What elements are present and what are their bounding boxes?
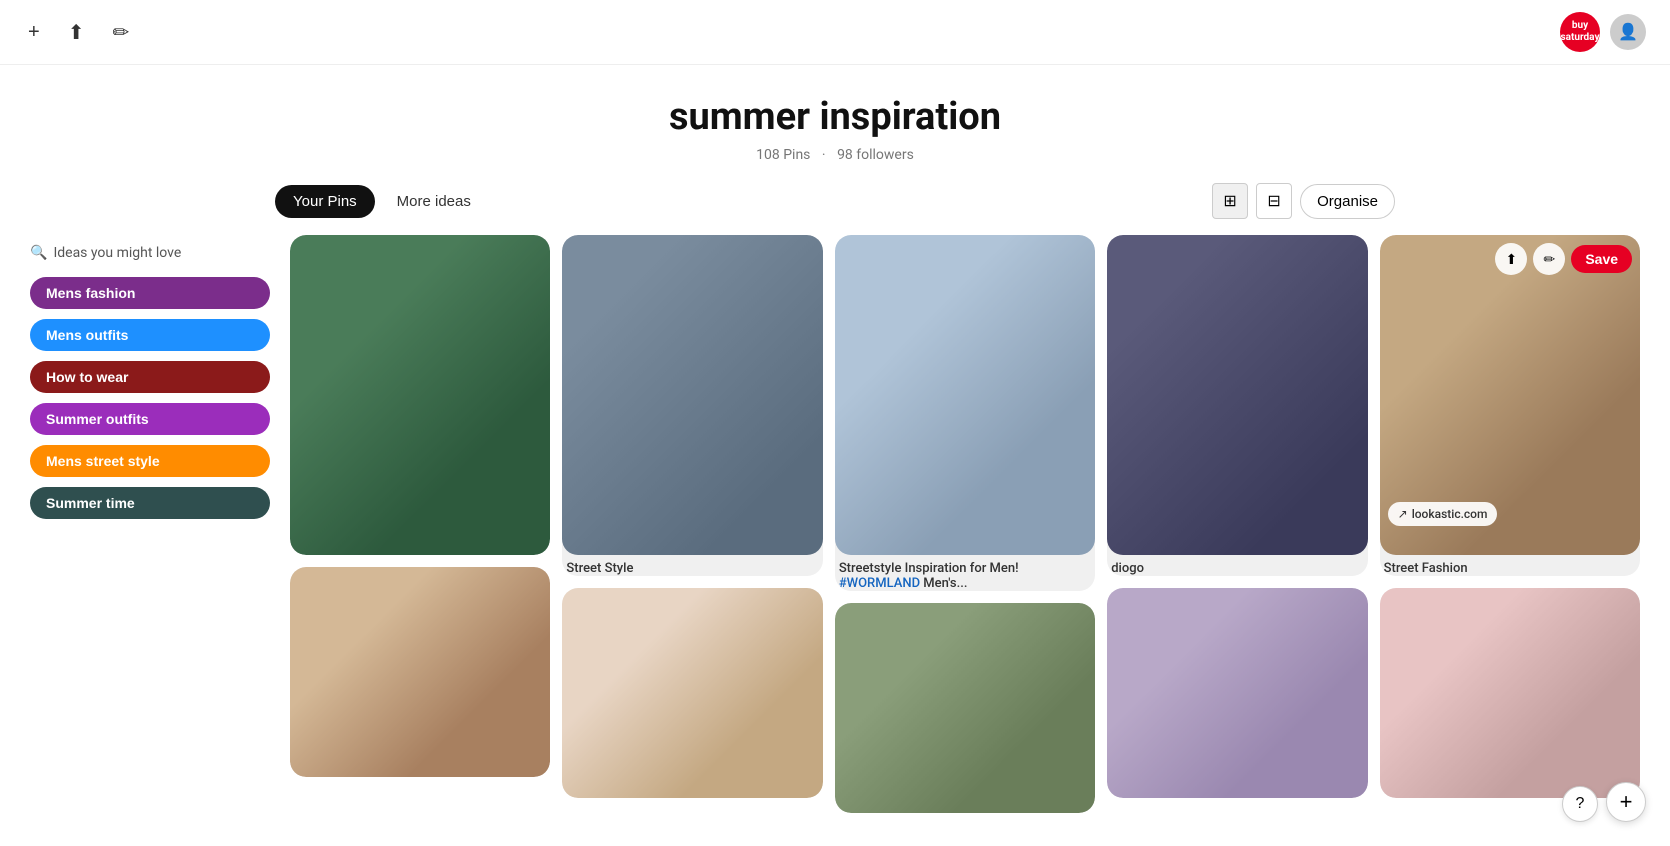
main-layout: 🔍 Ideas you might love Mens fashion Mens… — [10, 235, 1660, 813]
chip-mens-outfits[interactable]: Mens outfits — [30, 319, 270, 351]
pin-label: Street Style — [562, 555, 822, 576]
pin-card[interactable] — [835, 603, 1095, 813]
pins-count: 108 Pins — [756, 147, 810, 163]
pin-card[interactable] — [290, 235, 550, 555]
separator: · — [822, 147, 826, 163]
pin-overlay-top: ⬆ ✏ Save — [1495, 243, 1632, 275]
chip-mens-fashion[interactable]: Mens fashion — [30, 277, 270, 309]
view-large-grid[interactable]: ⊞ — [1212, 183, 1248, 219]
chip-mens-street-style[interactable]: Mens street style — [30, 445, 270, 477]
pin-card[interactable]: Streetstyle Inspiration for Men! #WORMLA… — [835, 235, 1095, 591]
pin-label: diogo — [1107, 555, 1367, 576]
tabs-right: ⊞ ⊟ Organise — [1212, 183, 1395, 219]
pin-card[interactable] — [1107, 588, 1367, 798]
chip-how-to-wear[interactable]: How to wear — [30, 361, 270, 393]
add-button[interactable]: + — [24, 17, 44, 48]
tab-your-pins[interactable]: Your Pins — [275, 185, 375, 218]
organise-button[interactable]: Organise — [1300, 184, 1395, 219]
toolbar-left: + ⬆ ✏ — [24, 16, 133, 49]
chip-summer-outfits[interactable]: Summer outfits — [30, 403, 270, 435]
pins-columns: Street Style Streetstyle Inspiration for… — [290, 235, 1640, 813]
tabs-bar: Your Pins More ideas ⊞ ⊟ Organise — [235, 183, 1435, 235]
pin-card[interactable]: Street Style — [562, 235, 822, 576]
pin-column-5: ⬆ ✏ Save ↗ lookastic.com Street Fashion — [1380, 235, 1640, 798]
pin-column-4: diogo — [1107, 235, 1367, 798]
pin-label: Street Fashion — [1380, 555, 1640, 576]
toolbar-right: buy saturday 👤 — [1560, 12, 1646, 52]
pin-label: Streetstyle Inspiration for Men! #WORMLA… — [835, 555, 1095, 591]
share-button[interactable]: ⬆ — [64, 16, 89, 49]
pin-card[interactable] — [1380, 588, 1640, 798]
link-text: lookastic.com — [1412, 507, 1488, 521]
pins-area: Street Style Streetstyle Inspiration for… — [290, 235, 1640, 813]
view-small-grid[interactable]: ⊟ — [1256, 183, 1292, 219]
pin-card[interactable] — [562, 588, 822, 798]
tab-more-ideas[interactable]: More ideas — [379, 185, 489, 218]
tabs-left: Your Pins More ideas — [275, 185, 489, 218]
top-toolbar: + ⬆ ✏ buy saturday 👤 — [0, 0, 1670, 65]
profile-button[interactable]: 👤 — [1610, 14, 1646, 50]
sidebar-title: Ideas you might love — [53, 245, 181, 261]
link-badge[interactable]: ↗ lookastic.com — [1388, 502, 1498, 526]
logo: buy saturday — [1560, 12, 1600, 52]
edit-button[interactable]: ✏ — [108, 16, 133, 49]
pin-edit-button[interactable]: ✏ — [1533, 243, 1565, 275]
pin-column-3: Streetstyle Inspiration for Men! #WORMLA… — [835, 235, 1095, 813]
pin-card[interactable]: diogo — [1107, 235, 1367, 576]
fab-add-button[interactable]: + — [1606, 782, 1646, 822]
page-title: summer inspiration — [0, 95, 1670, 139]
pin-column-2: Street Style — [562, 235, 822, 798]
sidebar-search-label: 🔍 Ideas you might love — [30, 245, 270, 261]
search-icon: 🔍 — [30, 245, 47, 261]
page-meta: 108 Pins · 98 followers — [0, 147, 1670, 163]
pin-card-featured[interactable]: ⬆ ✏ Save ↗ lookastic.com Street Fashion — [1380, 235, 1640, 576]
pin-card[interactable] — [290, 567, 550, 777]
followers-count: 98 followers — [837, 147, 914, 163]
page-header: summer inspiration 108 Pins · 98 followe… — [0, 65, 1670, 183]
chip-summer-time[interactable]: Summer time — [30, 487, 270, 519]
pin-upload-button[interactable]: ⬆ — [1495, 243, 1527, 275]
sidebar: 🔍 Ideas you might love Mens fashion Mens… — [30, 235, 270, 813]
pin-column-1 — [290, 235, 550, 777]
save-button[interactable]: Save — [1571, 245, 1632, 273]
fab-help-button[interactable]: ? — [1562, 786, 1598, 822]
link-icon: ↗ — [1398, 507, 1408, 521]
